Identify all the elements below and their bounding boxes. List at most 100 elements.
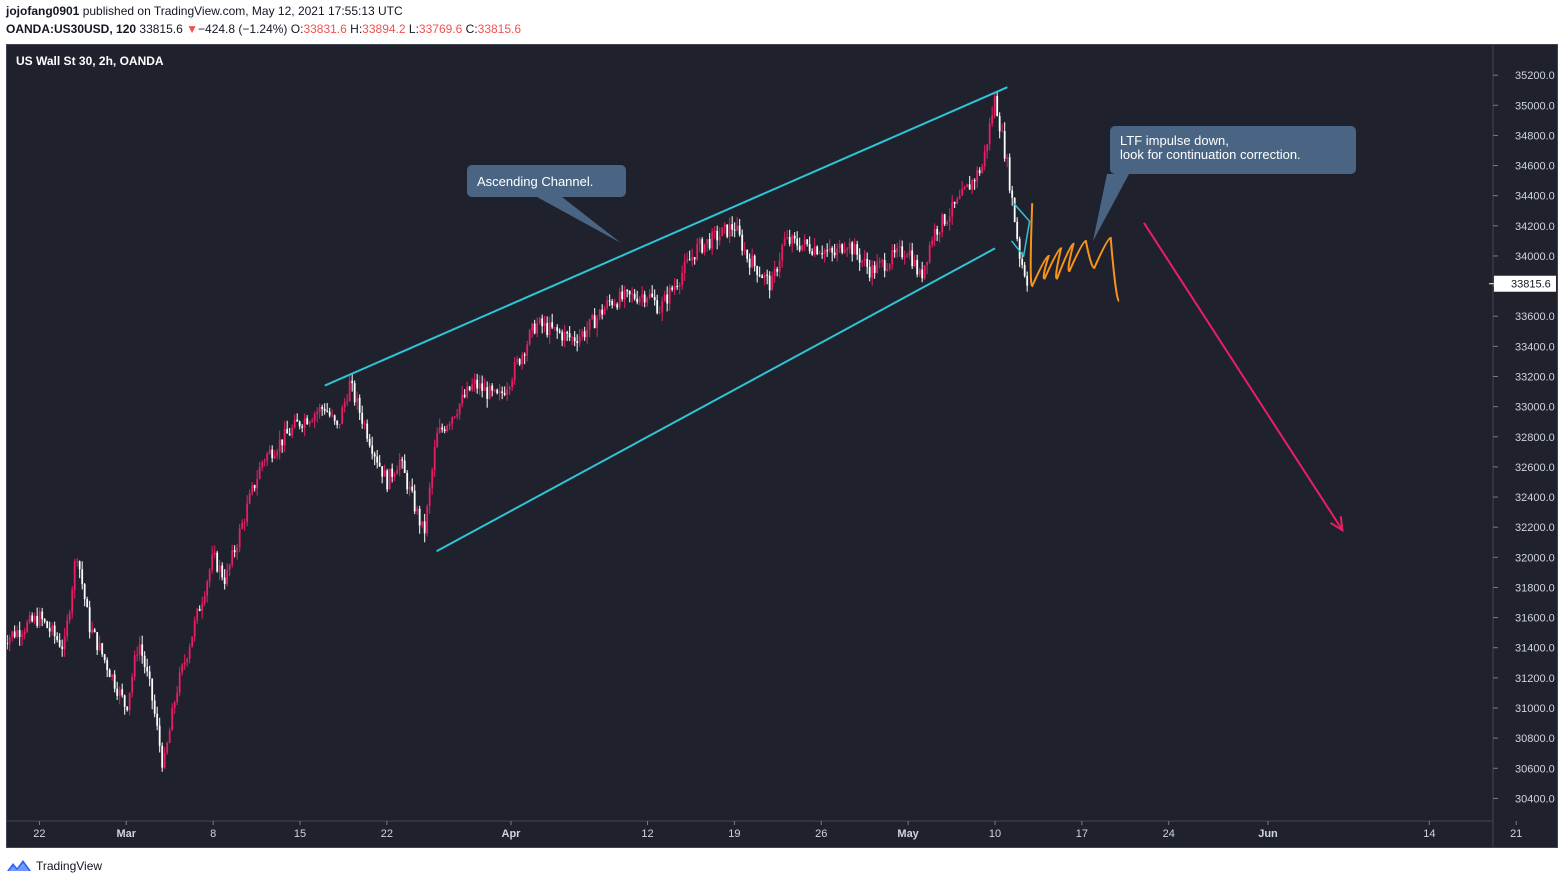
candle-body xyxy=(641,294,644,298)
candle-body xyxy=(298,421,301,427)
candle-body xyxy=(413,490,416,512)
candle-body xyxy=(753,255,756,267)
candle-body xyxy=(176,692,179,703)
time-tick-label: 22 xyxy=(381,828,393,840)
candle-body xyxy=(993,96,996,116)
price-axis[interactable]: 35200.0 35000.0 34800.0 34600.0 34400.0 34200… xyxy=(1489,70,1556,805)
candle-body xyxy=(833,252,836,256)
time-tick-label: 26 xyxy=(815,828,827,840)
candle-body xyxy=(348,380,351,402)
price-tick-label: 31600.0 xyxy=(1515,613,1555,625)
candle-body xyxy=(156,713,159,726)
candle-body xyxy=(88,607,91,633)
candle-body xyxy=(103,654,106,661)
candle-body xyxy=(208,570,211,582)
candle-body xyxy=(908,250,911,256)
candle-body xyxy=(876,262,879,273)
candle-body xyxy=(363,423,366,425)
candle-body xyxy=(801,244,804,251)
candle-body xyxy=(46,621,49,628)
price-tick-label: 35200.0 xyxy=(1515,70,1555,82)
candle-body xyxy=(938,232,941,235)
candle-body xyxy=(231,550,234,565)
candle-body xyxy=(453,416,456,418)
candle-body xyxy=(848,242,851,249)
candle-body xyxy=(766,274,769,276)
open-value: 33831.6 xyxy=(303,22,347,36)
candle-body xyxy=(23,631,26,635)
candle-body xyxy=(26,622,29,632)
price-tick-label: 32400.0 xyxy=(1515,492,1555,504)
time-axis[interactable]: 22 Mar 8 15 22 Apr 12 19 26 May 10 17 24 Jun 14 21 xyxy=(33,821,1522,840)
candle-body xyxy=(986,144,989,152)
candle-body xyxy=(893,250,896,253)
change-value: −424.8 (−1.24%) xyxy=(198,22,288,36)
candle-body xyxy=(291,427,294,436)
candle-body xyxy=(278,439,281,452)
candle-body xyxy=(598,309,601,318)
candle-body xyxy=(588,318,591,330)
candle-body xyxy=(393,474,396,477)
candle-body xyxy=(93,629,96,633)
footer-brand[interactable]: TradingView xyxy=(36,859,102,873)
candle-body xyxy=(528,330,531,345)
chart-area[interactable]: Ascending Channel. LTF impulse down, look … xyxy=(6,44,1558,848)
candle-body xyxy=(423,521,426,534)
close-label: C: xyxy=(465,22,478,36)
candle-body xyxy=(276,451,279,456)
candle-body xyxy=(511,380,514,388)
candle-body xyxy=(366,423,369,439)
candle-body xyxy=(56,636,59,640)
candle-body xyxy=(406,472,409,490)
candle-body xyxy=(343,402,346,408)
candle-body xyxy=(841,244,844,253)
price-tick-label: 31400.0 xyxy=(1515,643,1555,655)
candle-body xyxy=(656,300,659,314)
candle-body xyxy=(111,674,114,678)
candle-body xyxy=(1006,157,1009,159)
candle-body xyxy=(716,230,719,241)
price-tick-label: 32600.0 xyxy=(1515,462,1555,474)
candle-body xyxy=(473,379,476,384)
candle-body xyxy=(31,615,34,622)
candle-body xyxy=(466,386,469,397)
candle-body xyxy=(533,323,536,334)
symbol-header: OANDA:US30USD, 120 33815.6 ▼−424.8 (−1.2… xyxy=(6,22,521,36)
candle-body xyxy=(368,438,371,446)
candle-body xyxy=(963,187,966,189)
tradingview-logo-icon[interactable] xyxy=(6,858,32,874)
candle-body xyxy=(796,238,799,246)
candle-body xyxy=(591,315,594,319)
price-chart[interactable]: Ascending Channel. LTF impulse down,look … xyxy=(7,45,1558,848)
candle-body xyxy=(916,259,919,275)
candle-body xyxy=(583,331,586,338)
candle-body xyxy=(1013,197,1016,222)
candle-body xyxy=(1003,131,1006,159)
candle-body xyxy=(561,332,564,341)
candle-body xyxy=(241,522,244,529)
callout-ascending-channel: Ascending Channel. xyxy=(467,165,626,243)
price-tick-label: 33200.0 xyxy=(1515,371,1555,383)
candle-body xyxy=(936,228,939,235)
candle-body xyxy=(301,426,304,428)
candle-body xyxy=(486,387,489,399)
author-name[interactable]: jojofang0901 xyxy=(6,4,79,18)
candle-body xyxy=(853,244,856,255)
candle-body xyxy=(328,411,331,416)
candle-body xyxy=(41,611,44,620)
candle-body xyxy=(126,706,129,710)
time-tick-label: 14 xyxy=(1423,828,1435,840)
candle-body xyxy=(16,630,19,637)
candle-body xyxy=(1021,258,1024,265)
candle-body xyxy=(651,293,654,297)
candle-body xyxy=(333,415,336,421)
candle-body xyxy=(898,246,901,249)
candle-body xyxy=(81,569,84,585)
candle-body xyxy=(721,227,724,236)
candle-body xyxy=(346,401,349,403)
candle-body xyxy=(781,245,784,261)
candle-body xyxy=(451,417,454,424)
candle-body xyxy=(381,466,384,477)
target-arrow-line xyxy=(1143,222,1344,531)
candle-body xyxy=(398,459,401,470)
